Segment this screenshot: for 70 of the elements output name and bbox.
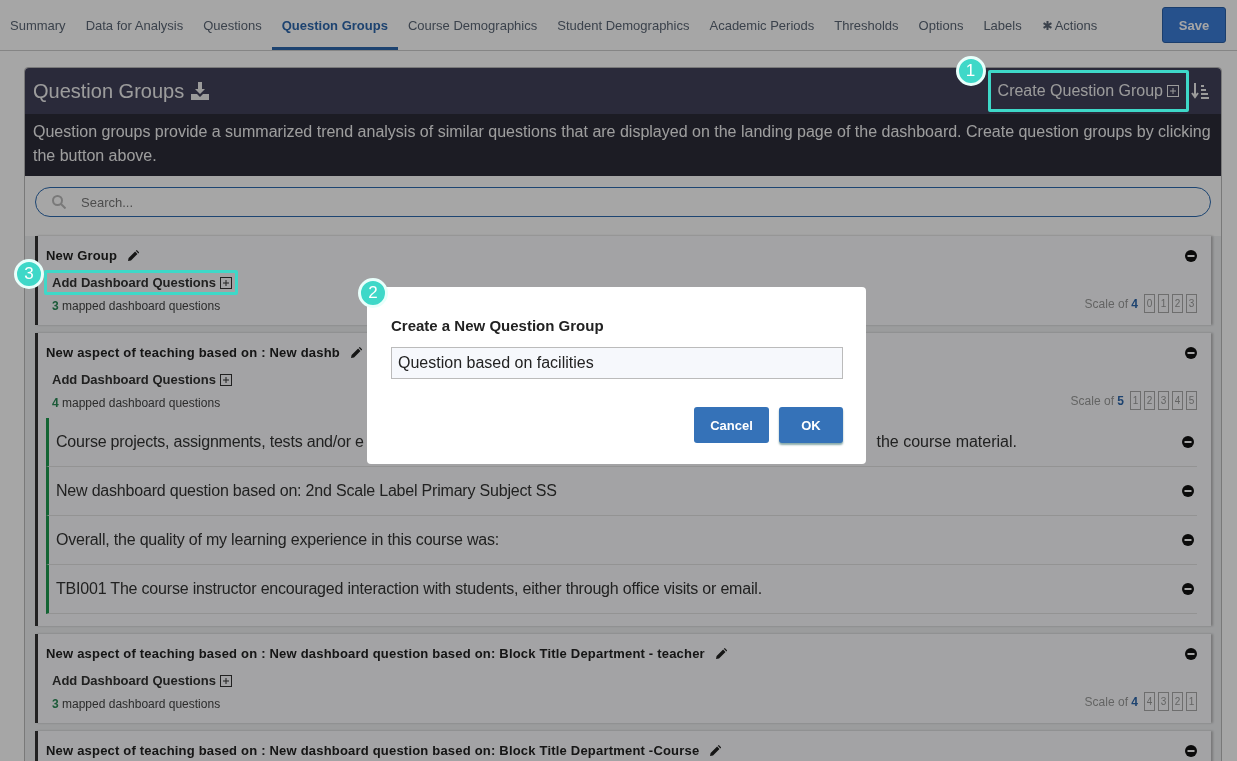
plus-square-icon <box>219 276 232 289</box>
group-title: New aspect of teaching based on : New dashboard question based on: Block Title Department - teacher <box>46 646 705 661</box>
tab[interactable]: Question Groups <box>271 3 398 50</box>
minus-circle-icon <box>1182 485 1194 497</box>
mapped-count-text: 3 mapped dashboard questions <box>52 697 222 711</box>
description-text: Question groups provide a summarized trend analysis of similar questions that are displayed on the landing page of the dashboard. Create question groups by clicking the button above. <box>25 114 1221 176</box>
mapped-count-text: 3 mapped dashboard questions <box>52 299 222 313</box>
minus-circle-icon <box>1182 534 1194 546</box>
pencil-icon <box>127 249 140 262</box>
step-number-badge: 3 <box>14 259 44 289</box>
group-title: New aspect of teaching based on : New dashboard question based on: Block Title Department -Course <box>46 743 700 758</box>
tab[interactable]: Course Demographics <box>397 3 548 50</box>
tab[interactable]: Student Demographics <box>547 3 700 50</box>
step-number-badge: 1 <box>955 56 986 86</box>
scale-point: 1 <box>1158 294 1169 313</box>
tab[interactable]: Questions <box>193 3 272 50</box>
tab[interactable]: Academic Periods <box>699 3 825 50</box>
question-text: TBI001 The course instructor encouraged interaction with students, either through office visits or email. <box>56 580 762 598</box>
plus-square-icon <box>219 373 232 386</box>
scale-label: Scale of 4 <box>1084 694 1138 709</box>
scale-point: 3 <box>1186 294 1197 313</box>
plus-square-icon <box>219 674 232 687</box>
scale-label: Scale of 4 <box>1084 296 1138 311</box>
tab[interactable]: Actions <box>1031 3 1108 50</box>
minus-circle-icon <box>1185 346 1197 359</box>
question-text: Overall, the quality of my learning experience in this course was: <box>56 531 500 549</box>
scale-point: 3 <box>1158 692 1169 711</box>
ok-button[interactable]: OK <box>779 407 843 443</box>
search-icon <box>52 195 66 209</box>
minus-circle-icon <box>1182 436 1194 448</box>
scale-point: 4 <box>1144 692 1155 711</box>
sort-icon <box>1191 82 1209 100</box>
mapped-count-text: 4 mapped dashboard questions <box>52 396 222 410</box>
question-text: Course projects, assignments, tests and/or e <box>56 433 364 451</box>
group-name-field[interactable]: Question based on facilities <box>391 347 843 379</box>
scale-point: 1 <box>1186 692 1197 711</box>
tab[interactable]: Summary <box>0 3 76 50</box>
add-questions-button[interactable]: Add Dashboard Questions <box>52 673 232 688</box>
save-button[interactable]: Save <box>1162 7 1226 43</box>
scale-point: 1 <box>1130 391 1141 410</box>
add-questions-button[interactable]: Add Dashboard Questions <box>52 275 232 290</box>
search-field[interactable]: Search... <box>35 187 1211 217</box>
pencil-icon <box>714 647 727 660</box>
minus-circle-icon <box>1185 249 1197 262</box>
scale-point: 4 <box>1172 391 1183 410</box>
plus-square-icon <box>1167 85 1179 97</box>
minus-circle-icon <box>1185 744 1197 757</box>
scale-point: 3 <box>1158 391 1169 410</box>
asterisk-icon <box>1041 19 1053 31</box>
minus-circle-icon <box>1185 647 1197 660</box>
scale-label: Scale of 5 <box>1070 393 1124 408</box>
tab[interactable]: Thresholds <box>824 3 909 50</box>
scale-point: 0 <box>1144 294 1155 313</box>
tab[interactable]: Labels <box>973 3 1032 50</box>
group-title: New Group <box>46 248 118 263</box>
add-questions-button[interactable]: Add Dashboard Questions <box>52 372 232 387</box>
question-text: the course material. <box>876 433 1017 451</box>
tab[interactable]: Options <box>908 3 974 50</box>
panel-title: Question Groups <box>33 79 185 103</box>
cancel-button[interactable]: Cancel <box>694 407 769 443</box>
pencil-icon <box>709 744 722 757</box>
minus-circle-icon <box>1182 583 1194 595</box>
pencil-icon <box>349 346 362 359</box>
download-icon <box>190 81 211 101</box>
scale-point: 5 <box>1186 391 1197 410</box>
group-title: New aspect of teaching based on : New dashb <box>46 345 340 360</box>
tab[interactable]: Data for Analysis <box>75 3 194 50</box>
create-group-button[interactable]: Create Question Group <box>993 78 1183 104</box>
dialog-title: Create a New Question Group <box>391 317 605 334</box>
question-text: New dashboard question based on: 2nd Scale Label Primary Subject SS <box>56 482 557 500</box>
